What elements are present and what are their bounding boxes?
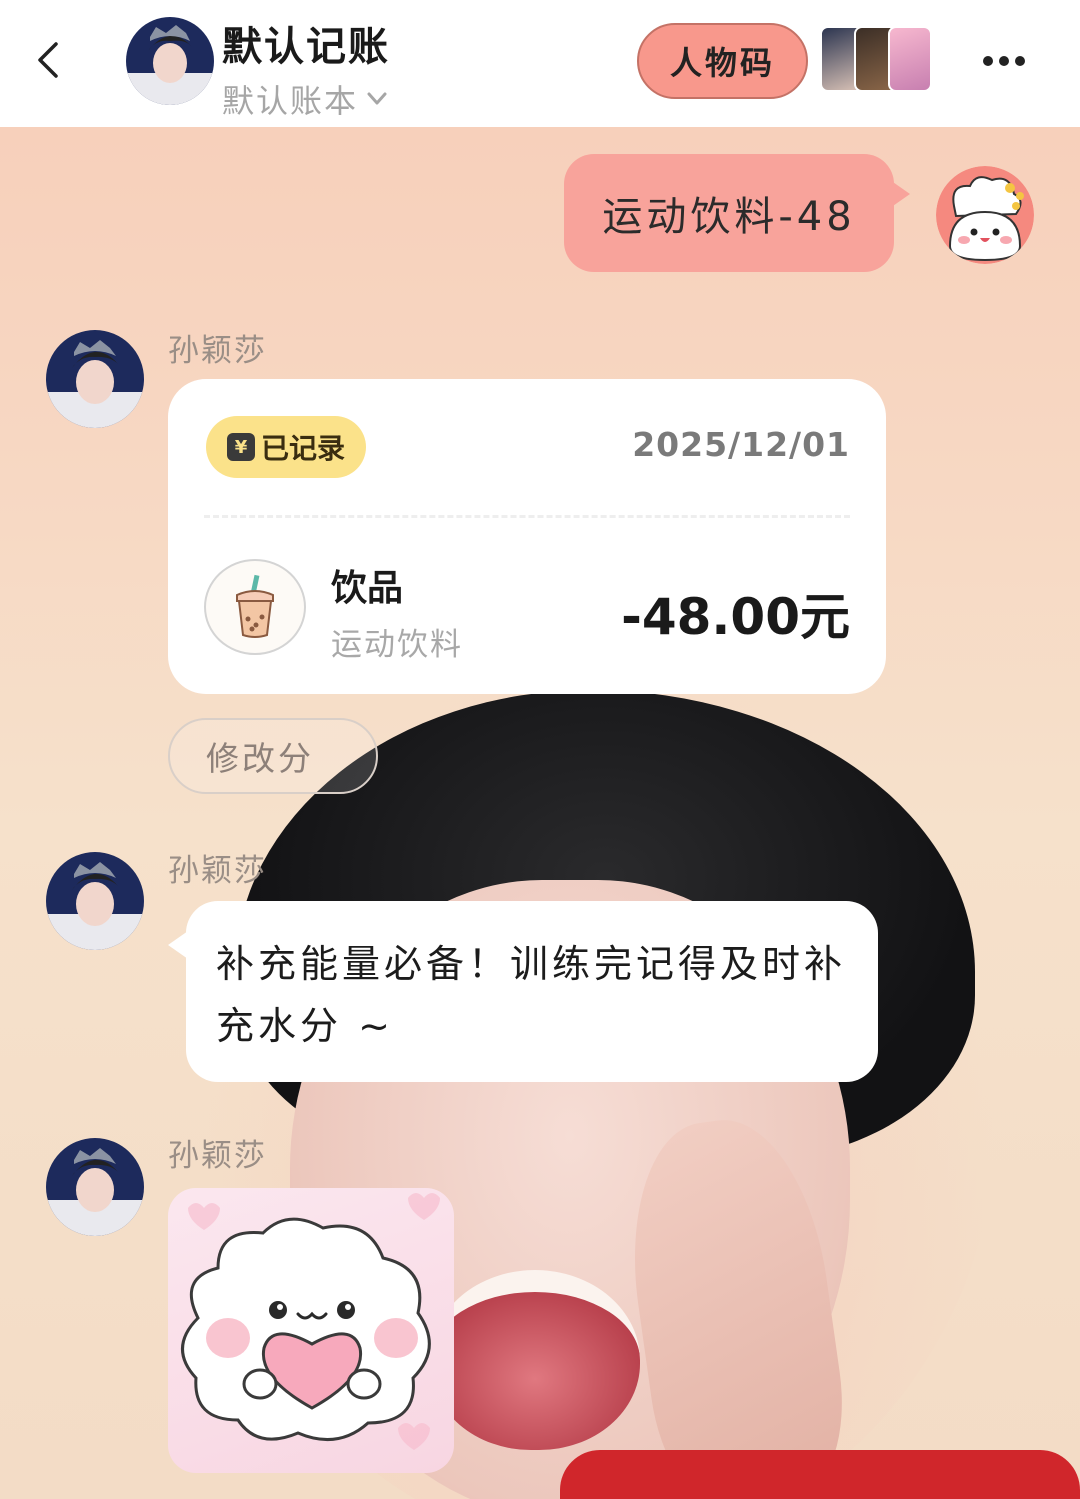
background-photo-mouth: [430, 1270, 640, 1450]
sender-avatar[interactable]: [46, 852, 144, 950]
cloud-heart-sticker[interactable]: [168, 1188, 454, 1473]
bubble-tea-icon: [236, 574, 274, 638]
sender-avatar[interactable]: [46, 330, 144, 428]
chevron-down-icon: [367, 92, 387, 105]
chef-mascot-icon: [936, 166, 1034, 264]
character-avatar-3: [888, 26, 932, 92]
reply-message-bubble[interactable]: 补充能量必备！训练完记得及时补充水分 ~: [168, 901, 878, 1082]
sender-avatar[interactable]: [46, 1138, 144, 1236]
chat-avatar[interactable]: [126, 17, 214, 105]
my-avatar[interactable]: [936, 166, 1034, 264]
back-arrow-icon: [38, 42, 58, 78]
sender-name: 孙颖莎: [168, 333, 267, 369]
ledger-selector[interactable]: 默认账本: [222, 76, 388, 122]
back-button[interactable]: [30, 40, 70, 80]
yen-icon: ¥: [226, 433, 255, 461]
status-label: 已记录: [260, 432, 345, 465]
my-message-bubble[interactable]: 运动饮料-48: [564, 154, 910, 272]
character-avatars[interactable]: [820, 26, 940, 96]
chat-background: [0, 0, 1080, 1499]
page-title: 默认记账: [222, 24, 390, 70]
category-name: 饮品: [331, 568, 404, 609]
sender-name: 孙颖莎: [168, 1138, 267, 1174]
record-amount: -48.00元: [621, 588, 850, 646]
sender-name: 孙颖莎: [168, 853, 267, 889]
category-icon-container: [204, 559, 306, 655]
record-date: 2025/12/01: [632, 425, 850, 464]
expense-record-card[interactable]: ¥ 已记录 2025/12/01 饮品 运动饮料 -48.00元: [168, 379, 886, 694]
ledger-name: 默认账本: [222, 82, 359, 120]
top-bar: 默认记账 默认账本 人物码: [0, 0, 1080, 127]
edit-category-button[interactable]: 修改分: [168, 718, 378, 794]
status-badge: ¥ 已记录: [206, 416, 366, 478]
card-divider: [204, 515, 850, 518]
more-icon: [983, 56, 1025, 66]
record-note: 运动饮料: [331, 627, 463, 663]
character-code-button[interactable]: 人物码: [637, 23, 808, 99]
background-photo-shirt: [560, 1450, 1080, 1499]
more-button[interactable]: [980, 44, 1028, 78]
